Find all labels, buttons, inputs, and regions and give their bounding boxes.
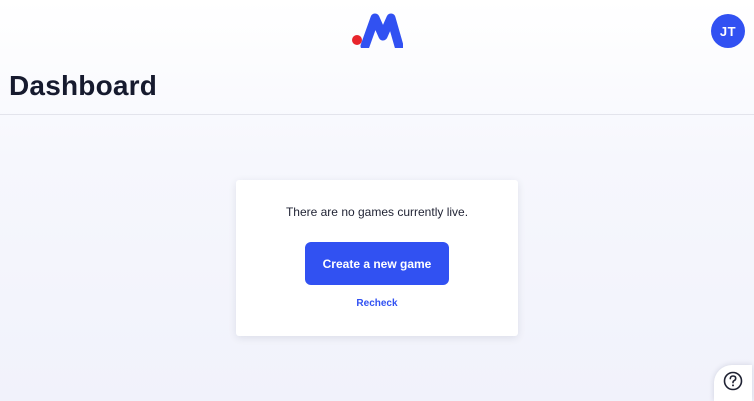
top-bar: JT: [0, 0, 754, 64]
brand-logo-icon[interactable]: [351, 12, 404, 51]
recheck-link[interactable]: Recheck: [236, 298, 518, 309]
help-question-icon: [723, 371, 743, 396]
header-divider: [0, 114, 754, 115]
page-title: Dashboard: [9, 70, 158, 101]
empty-state-message: There are no games currently live.: [285, 205, 469, 219]
user-avatar[interactable]: JT: [711, 14, 745, 48]
create-new-game-button[interactable]: Create a new game: [305, 242, 449, 285]
no-live-games-card: There are no games currently live. Creat…: [236, 180, 518, 336]
help-button[interactable]: [714, 365, 752, 401]
